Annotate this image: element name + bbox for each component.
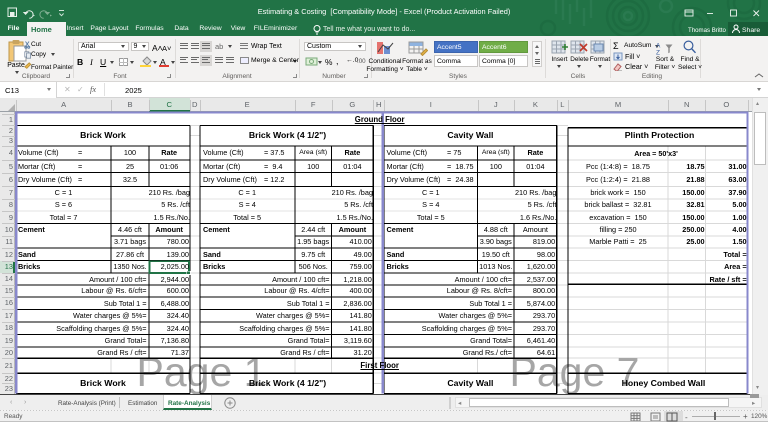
svg-text:A: A [656, 42, 661, 49]
svg-text:Page 1: Page 1 [137, 349, 267, 395]
svg-text:Page 7: Page 7 [510, 349, 640, 395]
svg-text:Z: Z [656, 49, 660, 56]
